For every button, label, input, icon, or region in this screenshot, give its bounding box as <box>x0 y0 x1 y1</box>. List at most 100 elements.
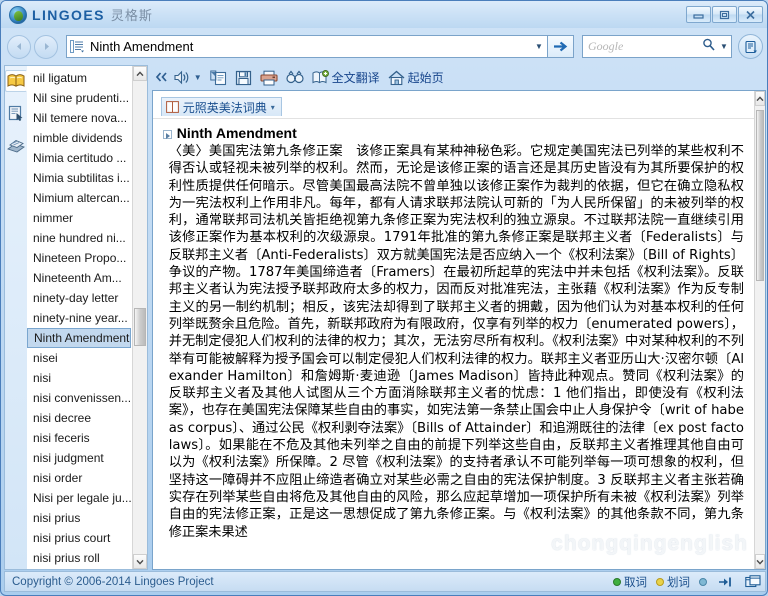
status-bar: Copyright © 2006-2014 Lingoes Project 取词… <box>4 571 766 592</box>
find-button[interactable] <box>283 67 307 89</box>
list-item[interactable]: ninety-day letter <box>27 288 132 308</box>
entry-header: Ninth Amendment <box>162 125 744 141</box>
chevron-down-icon[interactable]: ▼ <box>194 73 202 82</box>
list-item[interactable]: nisi order <box>27 468 132 488</box>
search-input[interactable]: Google <box>583 39 699 54</box>
list-item[interactable]: Nineteenth Am... <box>27 268 132 288</box>
content-pane: ▼ 全文翻译 起始页 元照英美法词典 ▾ Ninth Amendment 〈美〉… <box>151 65 766 570</box>
list-item[interactable]: nisi feceris <box>27 428 132 448</box>
capture-word-status[interactable]: 取词 <box>613 574 647 590</box>
capture-word-label: 取词 <box>624 576 647 589</box>
minimize-icon[interactable] <box>686 6 711 23</box>
chevron-up-icon[interactable] <box>755 91 765 106</box>
list-item[interactable]: ninety-nine year... <box>27 308 132 328</box>
document-scroll-region[interactable]: 元照英美法词典 ▾ Ninth Amendment 〈美〉美国宪法第九条修正案 … <box>152 91 754 569</box>
list-item[interactable]: nisi judgment <box>27 448 132 468</box>
appbar-menu-icon[interactable] <box>738 34 763 59</box>
list-item[interactable]: Ninth Amendment <box>27 328 131 348</box>
dictionary-tab-label: 元照英美法词典 <box>182 100 267 115</box>
main-body: nil ligatum Nil sine prudenti... Nil temer… <box>4 65 766 570</box>
list-item[interactable]: nimble dividends <box>27 128 132 148</box>
print-button[interactable] <box>257 67 281 89</box>
scroll-thumb[interactable] <box>133 308 146 346</box>
brand-name-cn: 灵格斯 <box>110 8 153 23</box>
lingoes-parrot-icon <box>9 5 27 24</box>
dictionary-icon[interactable] <box>5 70 27 92</box>
title-bar: LINGOES 灵格斯 <box>1 1 767 28</box>
list-item[interactable]: Nimium altercan... <box>27 188 132 208</box>
save-button[interactable] <box>232 67 255 89</box>
word-list-scrollbar[interactable] <box>131 66 147 569</box>
scroll-thumb[interactable] <box>756 110 764 281</box>
list-item[interactable]: Nimia subtilitas i... <box>27 168 132 188</box>
status-dot-green-icon <box>613 577 621 586</box>
word-list[interactable]: nil ligatum Nil sine prudenti... Nil temer… <box>27 66 132 569</box>
capture-icon[interactable] <box>5 102 27 124</box>
copy-button[interactable] <box>207 67 230 89</box>
document-scrollbar[interactable] <box>754 91 765 569</box>
forward-arrow-icon[interactable] <box>34 34 58 59</box>
window-mode-icon[interactable] <box>745 574 761 589</box>
list-item[interactable]: Nineteen Propo... <box>27 248 132 268</box>
expand-collapse-icon[interactable] <box>162 130 172 139</box>
status-dot-blue-icon <box>699 577 707 586</box>
magnifier-icon[interactable] <box>699 38 717 56</box>
scroll-track[interactable] <box>133 81 147 554</box>
list-item[interactable]: nisi prius roll <box>27 548 132 568</box>
chevron-down-icon[interactable]: ▼ <box>717 42 731 51</box>
list-item[interactable]: nimmer <box>27 208 132 228</box>
window-controls <box>686 6 763 23</box>
address-input[interactable]: Ninth Amendment <box>87 39 531 54</box>
full-text-translate-button[interactable]: 全文翻译 <box>309 67 383 89</box>
go-arrow-icon[interactable] <box>548 35 574 58</box>
content-toolbar: ▼ 全文翻译 起始页 <box>152 65 766 90</box>
search-box[interactable]: Google ▼ <box>582 35 732 58</box>
home-page-button[interactable]: 起始页 <box>385 67 447 89</box>
appendix-icon[interactable] <box>5 134 27 156</box>
list-item[interactable]: Nil sine prudenti... <box>27 88 132 108</box>
chevron-down-icon[interactable] <box>132 554 147 569</box>
list-item[interactable]: nisi convenissen... <box>27 388 132 408</box>
highlight-word-label: 划词 <box>667 576 690 589</box>
close-icon[interactable] <box>738 6 763 23</box>
list-item[interactable]: nisi prius court <box>27 528 132 548</box>
list-item[interactable]: Nil temere nova... <box>27 108 132 128</box>
chevron-down-icon[interactable]: ▼ <box>531 42 547 51</box>
address-input-wrapper[interactable]: Ninth Amendment ▼ <box>66 35 548 58</box>
misc-status[interactable] <box>699 577 707 586</box>
address-toolbar: Ninth Amendment ▼ Google ▼ <box>1 28 767 65</box>
chevron-down-icon[interactable] <box>755 554 765 569</box>
list-item[interactable]: nisei <box>27 348 132 368</box>
copy-icon <box>209 70 226 85</box>
entry-body-text: 〈美〉美国宪法第九条修正案 该修正案具有某种神秘色彩。它规定美国宪法已列举的某些… <box>168 144 744 540</box>
highlight-word-status[interactable]: 划词 <box>656 574 690 590</box>
list-item[interactable]: Nimia certitudo ... <box>27 148 132 168</box>
save-icon <box>235 70 251 85</box>
list-item[interactable]: nine hundred ni... <box>27 228 132 248</box>
print-icon <box>260 70 278 85</box>
dictionary-tab[interactable]: 元照英美法词典 ▾ <box>160 97 282 116</box>
entry-title: Ninth Amendment <box>176 125 297 141</box>
scroll-track[interactable] <box>755 106 765 554</box>
lingoes-window: LINGOES 灵格斯 Ninth Amendment ▼ Google ▼ n… <box>0 0 768 596</box>
word-list-panel: nil ligatum Nil sine prudenti... Nil temer… <box>27 65 148 570</box>
maximize-icon[interactable] <box>712 6 737 23</box>
back-arrow-icon[interactable] <box>7 34 31 59</box>
sidebar-icon-strip <box>4 65 27 570</box>
list-item[interactable]: Nisi per legale ju... <box>27 488 132 508</box>
full-text-translate-label: 全文翻译 <box>331 71 380 85</box>
list-item[interactable]: nisi <box>27 368 132 388</box>
pin-icon[interactable] <box>718 576 734 588</box>
speaker-icon <box>174 70 189 85</box>
collapse-left-icon[interactable] <box>154 71 169 85</box>
chevron-down-icon[interactable]: ▾ <box>271 103 275 112</box>
chevron-up-icon[interactable] <box>132 66 147 81</box>
list-item[interactable]: nisi decree <box>27 408 132 428</box>
brand-name: LINGOES <box>32 6 105 23</box>
word-list-icon <box>67 36 87 57</box>
find-icon <box>286 70 304 84</box>
full-text-translate-icon <box>312 69 329 83</box>
speaker-button[interactable]: ▼ <box>171 67 205 89</box>
list-item[interactable]: nisi prius <box>27 508 132 528</box>
list-item[interactable]: nil ligatum <box>27 68 132 88</box>
